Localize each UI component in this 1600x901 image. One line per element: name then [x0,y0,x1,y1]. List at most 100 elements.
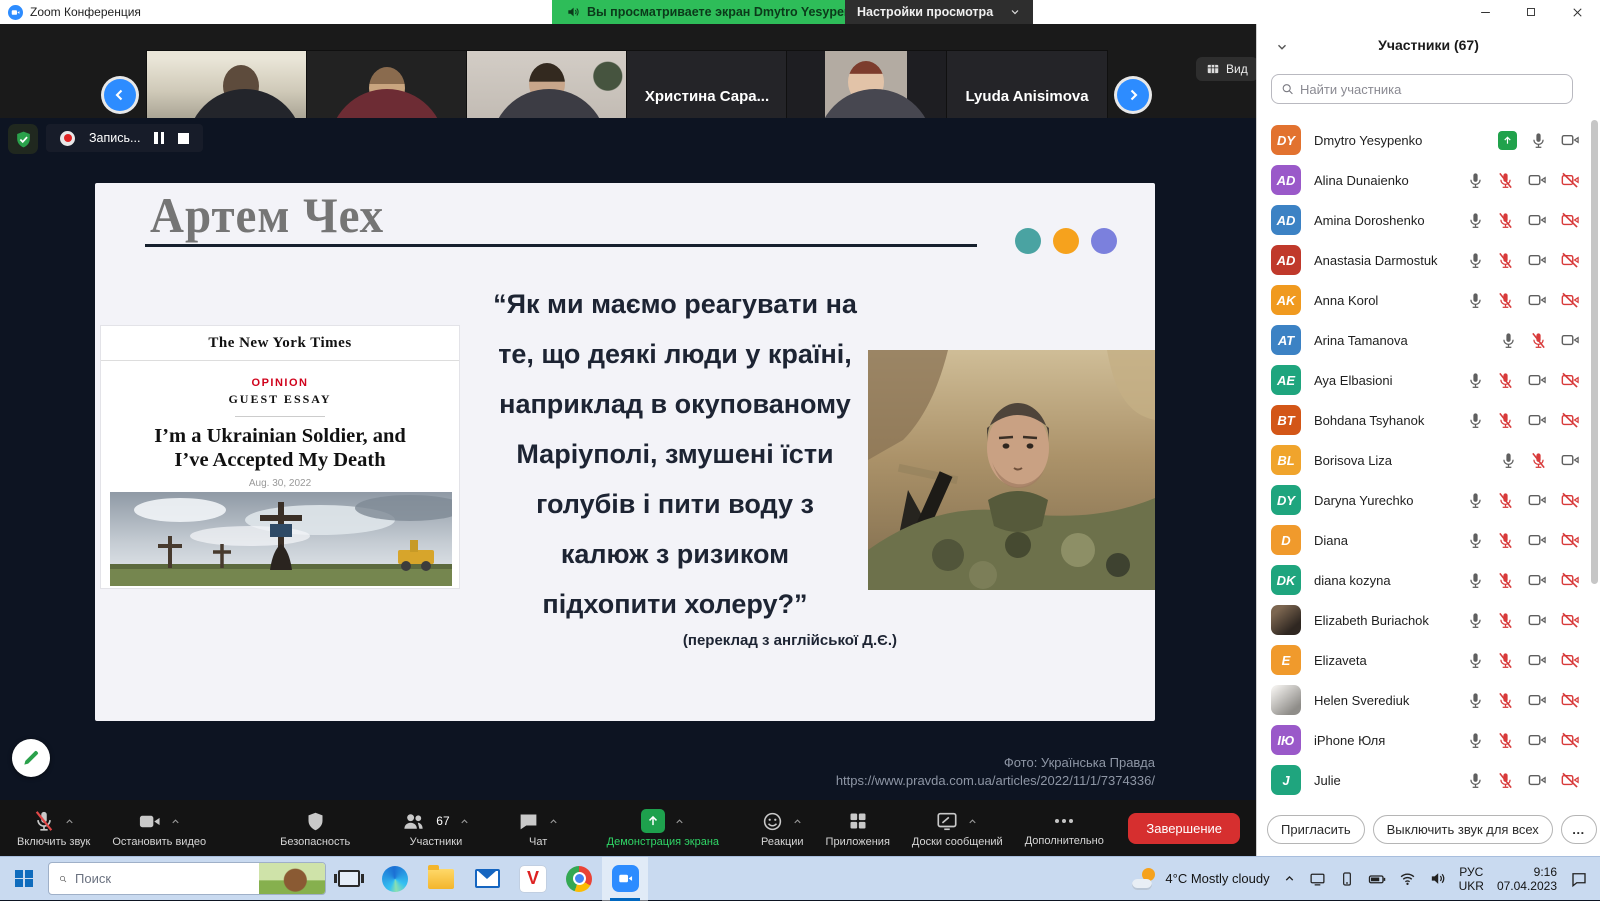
participant-row[interactable]: D Diana [1257,520,1590,560]
invite-button[interactable]: Пригласить [1267,815,1365,844]
mic-on-icon[interactable] [1500,332,1517,349]
mic-on-icon[interactable] [1467,732,1484,749]
chevron-up-icon[interactable] [548,816,559,827]
mic-on-icon[interactable] [1467,252,1484,269]
previous-participants-button[interactable] [104,79,136,111]
camera-on-icon[interactable] [1527,290,1547,310]
view-layout-button[interactable]: Вид [1196,57,1258,81]
mic-on-icon[interactable] [1467,772,1484,789]
camera-off-icon[interactable] [1560,490,1580,510]
action-center-icon[interactable] [1570,870,1588,888]
camera-on-icon[interactable] [1527,490,1547,510]
camera-on-icon[interactable] [1527,770,1547,790]
camera-off-icon[interactable] [1560,250,1580,270]
camera-on-icon[interactable] [1527,410,1547,430]
participant-row[interactable]: AD Alina Dunaienko [1257,160,1590,200]
stop-recording-button[interactable] [178,133,189,144]
participant-row[interactable]: J Julie [1257,760,1590,800]
mic-muted-icon[interactable] [1497,212,1514,229]
mic-muted-icon[interactable] [1497,692,1514,709]
mic-muted-icon[interactable] [1497,372,1514,389]
mic-muted-icon[interactable] [1497,652,1514,669]
taskbar-search[interactable] [48,862,326,895]
mic-on-icon[interactable] [1530,132,1547,149]
toolbar-chat[interactable]: Чат [507,800,570,856]
taskbar-search-input[interactable] [75,871,251,886]
participant-row[interactable]: DY Dmytro Yesypenko [1257,120,1590,160]
camera-off-icon[interactable] [1560,530,1580,550]
camera-on-icon[interactable] [1527,610,1547,630]
maximize-button[interactable] [1508,0,1554,24]
chevron-up-icon[interactable] [674,816,685,827]
mic-muted-icon[interactable] [1497,532,1514,549]
camera-off-icon[interactable] [1560,210,1580,230]
toolbar-participants[interactable]: 67 Участники [391,800,480,856]
battery-icon[interactable] [1368,870,1386,888]
chevron-up-icon[interactable] [170,816,181,827]
camera-on-icon[interactable] [1527,170,1547,190]
mic-muted-icon[interactable] [1530,452,1547,469]
camera-on-icon[interactable] [1527,730,1547,750]
weather-widget[interactable]: 4°C Mostly cloudy [1132,868,1269,890]
camera-on-icon[interactable] [1527,570,1547,590]
start-button[interactable] [0,857,48,901]
mic-muted-icon[interactable] [1497,172,1514,189]
toolbar-security[interactable]: Безопасность [269,800,361,856]
toolbar-apps[interactable]: Приложения [815,800,901,856]
chevron-up-icon[interactable] [792,816,803,827]
participant-row[interactable]: BL Borisova Liza [1257,440,1590,480]
mic-on-icon[interactable] [1467,212,1484,229]
mic-muted-icon[interactable] [1497,732,1514,749]
volume-icon[interactable] [1429,870,1446,887]
camera-on-icon[interactable] [1527,210,1547,230]
participant-row[interactable]: AT Arina Tamanova [1257,320,1590,360]
phone-link-icon[interactable] [1339,871,1355,887]
mic-muted-icon[interactable] [1497,492,1514,509]
zoom-taskbar-button[interactable] [602,857,648,901]
panel-more-button[interactable]: … [1561,815,1597,844]
toolbar-whiteboards[interactable]: Доски сообщений [901,800,1014,856]
camera-on-icon[interactable] [1560,130,1580,150]
mic-muted-icon[interactable] [1497,772,1514,789]
annotate-button[interactable] [12,739,50,777]
toolbar-share-screen[interactable]: Демонстрация экрана [596,800,730,856]
next-participants-button[interactable] [1117,79,1149,111]
participant-row[interactable]: BT Bohdana Tsyhanok [1257,400,1590,440]
mic-on-icon[interactable] [1467,692,1484,709]
participant-row[interactable]: DK diana kozyna [1257,560,1590,600]
mic-muted-icon[interactable] [1497,292,1514,309]
camera-off-icon[interactable] [1560,610,1580,630]
toolbar-reactions[interactable]: Реакции [750,800,815,856]
camera-on-icon[interactable] [1560,330,1580,350]
mail-button[interactable] [464,857,510,901]
mic-muted-icon[interactable] [1497,412,1514,429]
task-view-button[interactable] [326,857,372,901]
panel-scrollbar[interactable] [1591,120,1598,584]
participant-row[interactable]: E Elizaveta [1257,640,1590,680]
participant-row[interactable]: AE Aya Elbasioni [1257,360,1590,400]
close-button[interactable] [1554,0,1600,24]
mic-on-icon[interactable] [1467,532,1484,549]
camera-on-icon[interactable] [1527,690,1547,710]
mute-all-button[interactable]: Выключить звук для всех [1373,815,1553,844]
minimize-button[interactable] [1462,0,1508,24]
clock[interactable]: 9:16 07.04.2023 [1497,865,1557,893]
tray-expand-icon[interactable] [1283,872,1296,885]
participant-row[interactable]: AD Anastasia Darmostuk [1257,240,1590,280]
camera-on-icon[interactable] [1560,450,1580,470]
mic-on-icon[interactable] [1467,652,1484,669]
toolbar-more[interactable]: Дополнительно [1014,800,1115,856]
chevron-up-icon[interactable] [967,816,978,827]
search-highlight-image[interactable] [259,862,325,895]
cast-icon[interactable] [1309,870,1326,887]
edge-browser-button[interactable] [372,857,418,901]
mic-on-icon[interactable] [1467,292,1484,309]
file-explorer-button[interactable] [418,857,464,901]
camera-off-icon[interactable] [1560,410,1580,430]
chevron-up-icon[interactable] [64,816,75,827]
camera-on-icon[interactable] [1527,370,1547,390]
camera-off-icon[interactable] [1560,290,1580,310]
view-settings-button[interactable]: Настройки просмотра [845,0,1033,24]
mic-muted-icon[interactable] [1497,572,1514,589]
participant-row[interactable]: Helen Sverediuk [1257,680,1590,720]
